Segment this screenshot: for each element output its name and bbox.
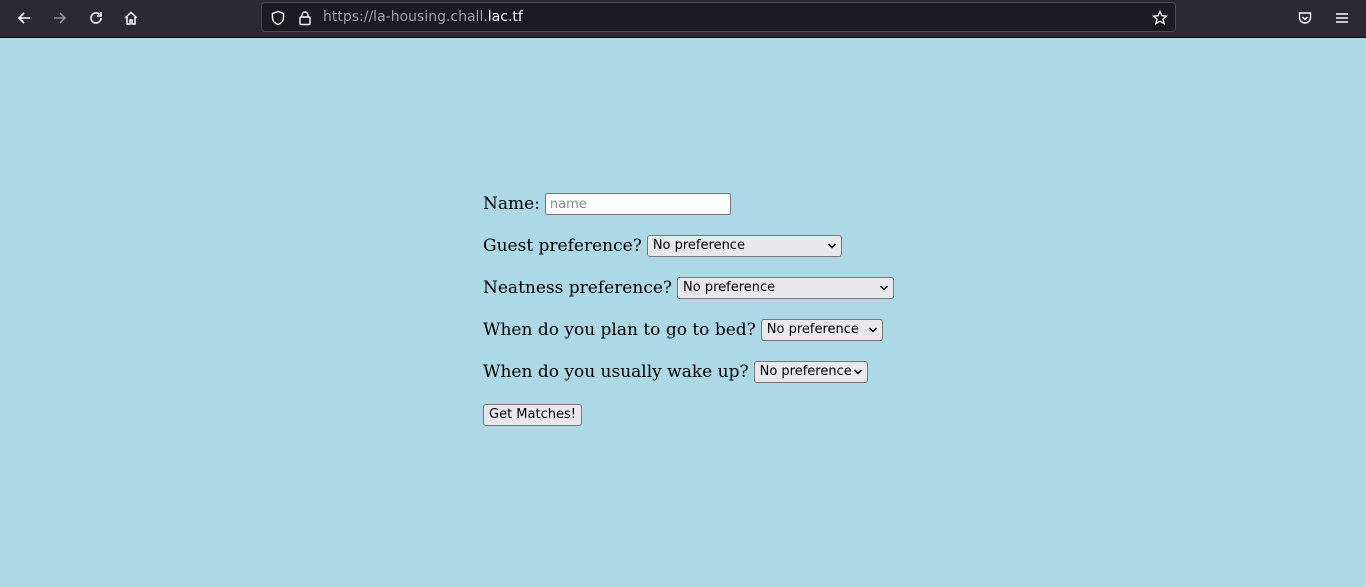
pocket-icon (1298, 12, 1312, 24)
pocket-button[interactable] (1293, 6, 1317, 30)
waketime-row: When do you usually wake up? No preferen… (483, 361, 868, 383)
bedtime-select[interactable]: No preference (760, 319, 883, 341)
chevron-down-icon (880, 285, 889, 291)
guest-row: Guest preference? No preference (483, 235, 842, 257)
chevron-down-icon (868, 327, 877, 333)
chevron-down-icon (827, 243, 836, 249)
chevron-down-icon (853, 369, 862, 375)
reload-icon (90, 12, 102, 24)
url-bar[interactable]: https://la-housing.chall.lac.tf (261, 2, 1176, 32)
waketime-select[interactable]: No preference (753, 361, 868, 383)
guest-label: Guest preference? (483, 236, 642, 256)
bedtime-row: When do you plan to go to bed? No prefer… (483, 319, 883, 341)
neatness-select-value: No preference (683, 280, 776, 295)
guest-select[interactable]: No preference (646, 235, 842, 257)
bedtime-label: When do you plan to go to bed? (483, 320, 756, 340)
home-button[interactable] (119, 6, 143, 30)
neatness-label: Neatness preference? (483, 278, 673, 298)
hamburger-menu-icon (1336, 13, 1348, 23)
reload-button[interactable] (84, 6, 108, 30)
get-matches-button[interactable]: Get Matches! (483, 404, 582, 426)
home-icon (124, 11, 138, 25)
name-label: Name: (483, 194, 540, 214)
arrow-left-icon (17, 12, 30, 24)
forward-button[interactable] (48, 6, 72, 30)
back-button[interactable] (12, 6, 36, 30)
lock-icon[interactable] (297, 10, 313, 26)
menu-button[interactable] (1330, 6, 1354, 30)
waketime-select-value: No preference (759, 364, 852, 379)
arrow-right-icon (54, 12, 67, 24)
bedtime-select-value: No preference (766, 322, 859, 337)
name-row: Name: (483, 193, 731, 215)
browser-toolbar: https://la-housing.chall.lac.tf (0, 0, 1366, 38)
name-input[interactable] (544, 193, 731, 215)
bookmark-star-icon[interactable] (1152, 10, 1168, 26)
neatness-select[interactable]: No preference (677, 277, 895, 299)
waketime-label: When do you usually wake up? (483, 362, 749, 382)
url-text[interactable]: https://la-housing.chall.lac.tf (323, 9, 523, 25)
url-prefix: https://la-housing.chall. (323, 9, 488, 25)
url-domain: lac.tf (487, 9, 523, 25)
guest-select-value: No preference (652, 238, 745, 253)
neatness-row: Neatness preference? No preference (483, 277, 895, 299)
shield-icon[interactable] (270, 10, 286, 26)
